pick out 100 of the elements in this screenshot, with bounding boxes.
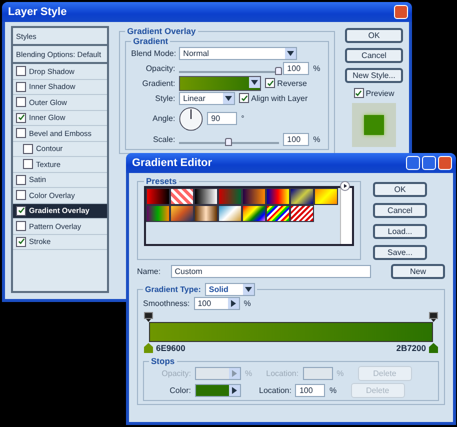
style-select[interactable]: Linear: [179, 92, 236, 104]
color-picker[interactable]: [195, 384, 241, 396]
check-icon: [18, 114, 24, 122]
preset-swatch[interactable]: [290, 188, 314, 205]
color-stop-icon[interactable]: [429, 343, 438, 353]
arrow-icon: [232, 370, 237, 376]
check-icon: [18, 238, 24, 246]
caret-icon: [244, 286, 252, 292]
field-label: Location:: [266, 368, 299, 378]
preset-swatch[interactable]: [266, 188, 290, 205]
opacity-stop-icon[interactable]: [429, 312, 438, 322]
scale-field[interactable]: 100: [283, 132, 310, 146]
arrow-icon: [232, 386, 237, 394]
opacity-field[interactable]: [195, 366, 241, 380]
check-icon: [266, 80, 274, 86]
preset-swatch[interactable]: [290, 205, 314, 222]
preset-swatch[interactable]: [242, 188, 266, 205]
smoothness-field[interactable]: 100: [194, 296, 240, 310]
field-label: Gradient:: [141, 78, 176, 88]
location-field[interactable]: [302, 366, 333, 380]
blend-mode-select[interactable]: Normal: [179, 46, 298, 60]
opacity-stop-icon[interactable]: [144, 312, 153, 322]
unit-label: %: [245, 368, 252, 378]
dialog-button[interactable]: OK: [373, 182, 427, 197]
dialog-button[interactable]: New Style...: [345, 68, 403, 83]
preset-swatch[interactable]: [218, 188, 242, 205]
opacity-field[interactable]: 100: [283, 62, 310, 74]
preview-square: [364, 115, 384, 135]
minimize-button[interactable]: [406, 156, 420, 170]
field-label: Gradient Type:: [145, 284, 201, 294]
group-title: Presets: [145, 176, 178, 186]
check-icon: [240, 94, 248, 102]
checkbox[interactable]: [16, 82, 26, 92]
unit-label: %: [313, 134, 320, 144]
checkbox[interactable]: [23, 159, 33, 170]
checkbox[interactable]: [23, 144, 33, 154]
preset-swatch[interactable]: [170, 205, 194, 222]
close-button[interactable]: [394, 5, 408, 19]
checkbox[interactable]: [16, 190, 26, 200]
checkbox[interactable]: [16, 128, 26, 138]
checkbox-label: Preview: [366, 88, 394, 98]
checkbox[interactable]: [16, 97, 26, 108]
dialog-button[interactable]: Save...: [373, 245, 427, 260]
caret-icon: [251, 80, 258, 84]
gradient-swatch[interactable]: [179, 76, 262, 90]
checkbox[interactable]: [239, 93, 250, 103]
preset-swatch[interactable]: [146, 205, 170, 222]
color-stop-icon[interactable]: [144, 343, 153, 353]
field-label: Name:: [137, 266, 162, 276]
preset-swatch[interactable]: [194, 205, 218, 222]
new-button[interactable]: New: [391, 264, 445, 278]
angle-field[interactable]: 90: [207, 112, 238, 125]
slider-thumb[interactable]: [225, 138, 232, 146]
field-label: Opacity:: [144, 64, 176, 72]
angle-dial[interactable]: [179, 106, 204, 130]
dialog-button[interactable]: Cancel: [373, 203, 427, 218]
checkbox[interactable]: [16, 206, 26, 216]
unit-label: %: [244, 298, 251, 308]
checkbox[interactable]: [16, 66, 26, 76]
slider-thumb[interactable]: [275, 66, 282, 74]
maximize-button[interactable]: [422, 156, 436, 170]
field-label: Opacity:: [160, 368, 191, 378]
checkbox[interactable]: [16, 236, 26, 247]
gradient-type-select[interactable]: Solid: [204, 282, 255, 296]
preset-swatch[interactable]: [242, 205, 266, 222]
checkbox[interactable]: [265, 78, 276, 88]
name-field[interactable]: Custom: [170, 264, 371, 278]
stop-color-label: 6E9600: [156, 343, 186, 353]
field-label: Color:: [168, 386, 191, 394]
close-button[interactable]: [438, 156, 452, 170]
field-label: Style:: [154, 94, 176, 102]
dialog-button[interactable]: Cancel: [345, 48, 403, 63]
scrollbar[interactable]: [340, 188, 352, 244]
field-label: Angle:: [151, 114, 176, 123]
dialog-button[interactable]: Load...: [373, 224, 427, 239]
preset-swatch[interactable]: [170, 188, 194, 205]
preset-swatch[interactable]: [218, 205, 242, 222]
field-label: Location:: [259, 386, 292, 394]
checkbox[interactable]: [16, 174, 26, 185]
check-icon: [355, 90, 362, 96]
unit-label: °: [241, 114, 244, 123]
checkbox-label: Reverse: [277, 78, 307, 88]
unit-label: %: [329, 386, 337, 394]
checkbox[interactable]: [16, 112, 26, 123]
window-title: Gradient Editor: [132, 157, 212, 169]
field-label: Smoothness:: [143, 298, 190, 308]
location-field[interactable]: 100: [295, 384, 326, 396]
dialog-button[interactable]: OK: [345, 28, 403, 43]
preset-swatch[interactable]: [146, 188, 170, 205]
preset-swatch[interactable]: [266, 205, 290, 222]
field-label: Blend Mode:: [131, 48, 176, 58]
gradient-bar[interactable]: [149, 322, 433, 342]
field-label: Scale:: [152, 134, 176, 144]
preset-swatch[interactable]: [314, 188, 338, 205]
checkbox[interactable]: [16, 221, 26, 232]
preset-swatch[interactable]: [194, 188, 218, 205]
caret-icon: [225, 96, 232, 100]
checkbox[interactable]: [354, 88, 364, 98]
unit-label: %: [336, 368, 344, 378]
unit-label: %: [313, 64, 320, 72]
